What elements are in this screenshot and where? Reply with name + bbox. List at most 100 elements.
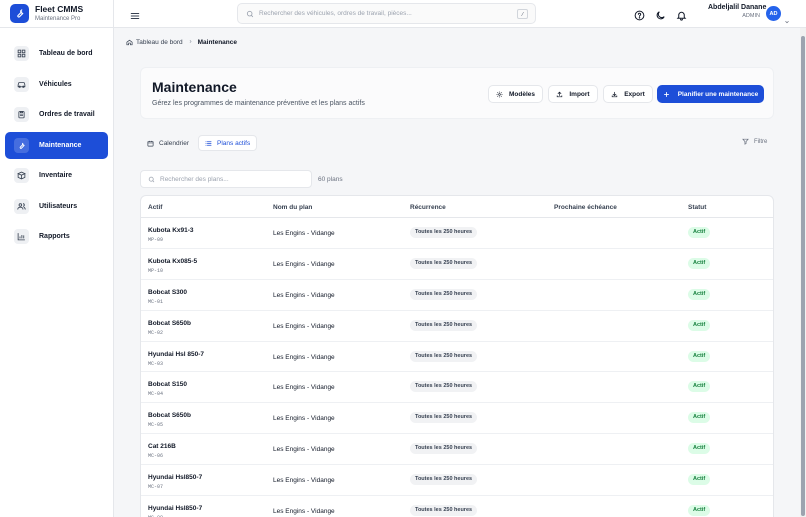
car-icon bbox=[14, 76, 29, 92]
plans-search bbox=[140, 170, 312, 188]
status-badge: Actif bbox=[688, 227, 711, 238]
asset-name: Hyundai Hsl850-7 bbox=[148, 505, 203, 513]
asset-name: Hyundai Hsl850-7 bbox=[148, 474, 203, 482]
sidebar-item-label: Inventaire bbox=[39, 172, 73, 179]
recurrence-badge: Toutes les 250 heures bbox=[410, 443, 478, 455]
status-badge: Actif bbox=[688, 412, 711, 424]
asset-name: Hyundai Hsl 850-7 bbox=[148, 350, 204, 358]
table-row[interactable]: Bobcat S300 MC-01 Les Engins - Vidange Tout… bbox=[141, 280, 773, 311]
brand: Fleet CMMS Maintenance Pro bbox=[0, 0, 113, 28]
asset-code: MP-09 bbox=[148, 237, 164, 243]
tab-active-plans[interactable]: Plans actifs bbox=[198, 135, 258, 151]
asset-code: MP-10 bbox=[148, 267, 164, 274]
tab-active-plans-label: Plans actifs bbox=[217, 139, 251, 147]
plan-name: Les Engins - Vidange bbox=[273, 384, 335, 392]
gear-icon bbox=[496, 91, 503, 98]
sidebar-item-label: Véhicules bbox=[39, 80, 72, 88]
asset-name: Kubota Kx91-3 bbox=[148, 227, 194, 234]
column-header-recurrence[interactable]: Récurrence bbox=[410, 204, 446, 211]
users-icon bbox=[14, 198, 29, 214]
filter-button[interactable]: Filtre bbox=[742, 138, 767, 145]
chevron-down-icon[interactable] bbox=[784, 12, 790, 30]
table-row[interactable]: Bobcat S150 MC-04 Les Engins - Vidange Tout… bbox=[141, 372, 773, 404]
table-row[interactable]: Hyundai Hsl850-7MC-08Les Engins - Vidang… bbox=[141, 496, 773, 517]
status-badge: Actif bbox=[688, 443, 711, 455]
asset-code: MC-07 bbox=[148, 484, 164, 491]
download-icon bbox=[611, 91, 618, 98]
table-row[interactable]: Hyundai Hsl850-7 MC-07 Les Engins - Vidang… bbox=[141, 465, 773, 497]
wrench-icon bbox=[14, 137, 29, 153]
column-header-plan-name[interactable]: Nom du plan bbox=[273, 204, 312, 211]
status-badge: Actif bbox=[688, 319, 711, 331]
tab-calendar[interactable]: Calendrier bbox=[141, 135, 195, 151]
plan-name: Les Engins - Vidange bbox=[273, 353, 335, 361]
page-scrollbar[interactable] bbox=[800, 28, 806, 517]
brand-name: Fleet CMMS bbox=[35, 4, 84, 15]
table-row[interactable]: Bobcat S650b MC-05 Les Engins - Vidange Tou… bbox=[141, 403, 773, 435]
table-row[interactable]: Kubota Kx91-3 MP-09 Les Engins - Vidange To… bbox=[141, 218, 773, 249]
column-header-status[interactable]: Statut bbox=[688, 204, 706, 211]
search-shortcut: / bbox=[517, 9, 528, 19]
breadcrumb: Tableau de bord Maintenance bbox=[126, 39, 237, 46]
status-badge: Actif bbox=[688, 474, 711, 486]
plan-name: Les Engins - Vidange bbox=[273, 230, 335, 237]
plan-name: Les Engins - Vidange bbox=[273, 415, 335, 423]
home-icon[interactable] bbox=[126, 39, 133, 46]
brand-subtitle: Maintenance Pro bbox=[35, 15, 81, 22]
asset-name: Bobcat S150 bbox=[148, 381, 188, 389]
moon-icon[interactable] bbox=[655, 8, 666, 20]
global-search: / bbox=[237, 3, 536, 24]
schedule-maintenance-button[interactable]: Planifier une maintenance bbox=[657, 85, 764, 103]
page-title: Maintenance bbox=[152, 79, 237, 95]
sidebar-item-users[interactable]: Utilisateurs bbox=[5, 193, 108, 220]
sidebar-item-inventory[interactable]: Inventaire bbox=[5, 162, 108, 189]
models-button[interactable]: Modèles bbox=[488, 85, 543, 103]
breadcrumb-home[interactable]: Tableau de bord bbox=[136, 39, 183, 46]
column-header-next-due[interactable]: Prochaine échéance bbox=[554, 204, 617, 211]
bell-icon[interactable] bbox=[676, 8, 687, 21]
asset-code: MC-06 bbox=[148, 453, 164, 460]
asset-name: Bobcat S650b bbox=[148, 412, 191, 420]
export-button[interactable]: Export bbox=[603, 85, 653, 103]
asset-code: MC-04 bbox=[148, 391, 164, 398]
plan-name: Les Engins - Vidange bbox=[273, 446, 335, 454]
column-header-asset[interactable]: Actif bbox=[148, 204, 162, 211]
table-row[interactable]: Hyundai Hsl 850-7 MC-03 Les Engins - Vidan… bbox=[141, 342, 773, 373]
global-search-input[interactable] bbox=[259, 10, 509, 17]
sidebar-item-label: Maintenance bbox=[39, 141, 82, 149]
table-row[interactable]: Bobcat S650b MC-02 Les Engins - Vidange Tou… bbox=[141, 311, 773, 342]
asset-code: MC-01 bbox=[148, 298, 164, 305]
recurrence-badge: Toutes les 250 heures bbox=[410, 350, 478, 362]
plans-search-input[interactable] bbox=[160, 175, 310, 183]
status-badge: Actif bbox=[688, 350, 711, 362]
recurrence-badge: Toutes les 250 heures bbox=[410, 227, 478, 238]
sidebar-item-work-orders[interactable]: Ordres de travail bbox=[5, 101, 108, 128]
status-badge: Actif bbox=[688, 505, 711, 517]
top-header: / Abdeljalil Danane ADMIN AD bbox=[114, 0, 806, 28]
table-body: Kubota Kx91-3 MP-09 Les Engins - Vidange To… bbox=[141, 218, 773, 517]
status-badge: Actif bbox=[688, 381, 711, 393]
recurrence-badge: Toutes les 250 heures bbox=[410, 381, 478, 393]
table-header: Actif Nom du plan Récurrence Prochaine é… bbox=[141, 196, 773, 218]
help-icon[interactable] bbox=[634, 8, 645, 21]
plans-table: Actif Nom du plan Récurrence Prochaine é… bbox=[140, 195, 774, 517]
sidebar-item-vehicles[interactable]: Véhicules bbox=[5, 71, 108, 98]
sidebar-item-reports[interactable]: Rapports bbox=[5, 223, 108, 250]
tab-calendar-label: Calendrier bbox=[159, 139, 189, 147]
asset-name: Bobcat S650b bbox=[148, 319, 191, 327]
table-row[interactable]: Cat 216B MC-06 Les Engins - Vidange Toutes … bbox=[141, 434, 773, 466]
sidebar-item-maintenance[interactable]: Maintenance bbox=[5, 131, 108, 159]
dashboard-icon bbox=[14, 46, 29, 61]
sidebar-item-dashboard[interactable]: Tableau de bord bbox=[5, 40, 108, 67]
scrollbar-thumb[interactable] bbox=[801, 36, 805, 516]
asset-name: Kubota Kx085-5 bbox=[148, 257, 198, 265]
search-icon bbox=[148, 176, 155, 183]
avatar[interactable]: AD bbox=[766, 6, 781, 21]
page-subtitle: Gérez les programmes de maintenance prév… bbox=[152, 100, 365, 107]
table-row[interactable]: Kubota Kx085-5 MP-10 Les Engins - Vidange T… bbox=[141, 249, 773, 280]
import-button[interactable]: Import bbox=[548, 85, 598, 103]
breadcrumb-current: Maintenance bbox=[197, 39, 237, 46]
asset-name: Cat 216B bbox=[148, 443, 176, 451]
menu-icon[interactable] bbox=[130, 8, 140, 19]
upload-icon bbox=[556, 91, 563, 98]
